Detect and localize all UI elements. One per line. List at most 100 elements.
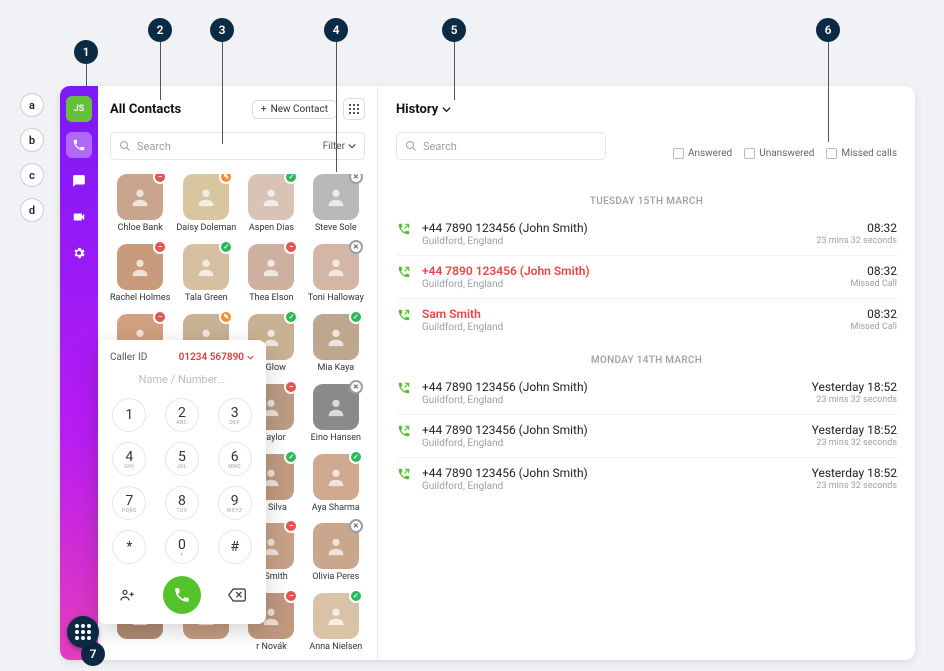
dialer-keypad: 1 2ABC 3DEF 4GHI 5JKL 6MNO 7PQRS 8TUV 9WXYZ * 0+ # xyxy=(110,398,254,564)
keypad-key-5[interactable]: 5JKL xyxy=(165,442,199,476)
call-time: Yesterday 18:52 xyxy=(812,380,897,394)
call-location: Guildford, England xyxy=(422,236,806,247)
callout-2: 2 xyxy=(148,18,172,42)
key-digit: 3 xyxy=(231,405,239,421)
contact-avatar: – xyxy=(117,174,163,220)
key-digit: 1 xyxy=(125,407,133,423)
keypad-key-3[interactable]: 3DEF xyxy=(218,398,252,432)
view-toggle-button[interactable] xyxy=(343,98,365,120)
keypad-key-#[interactable]: # xyxy=(218,530,252,564)
callout-3: 3 xyxy=(210,18,234,42)
contact-tile[interactable]: ✓ Aya Sharma xyxy=(307,454,365,514)
filter-unanswered[interactable]: Unanswered xyxy=(744,148,814,159)
call-direction-icon xyxy=(396,221,412,237)
caller-id-selector[interactable]: 01234 567890 xyxy=(179,352,254,363)
contact-avatar: ✎ xyxy=(183,174,229,220)
contacts-filter-button[interactable]: Filter xyxy=(323,141,356,152)
nav-video[interactable] xyxy=(66,204,92,230)
status-badge: ✕ xyxy=(349,519,363,533)
call-row[interactable]: +44 7890 123456 (John Smith) Guildford, … xyxy=(396,372,897,414)
status-badge: ✓ xyxy=(349,310,363,324)
contact-tile[interactable]: – Chloe Bank xyxy=(110,174,170,234)
status-badge: ✓ xyxy=(284,174,298,184)
keypad-key-*[interactable]: * xyxy=(112,530,146,564)
keypad-key-8[interactable]: 8TUV xyxy=(165,486,199,520)
nav-phone[interactable] xyxy=(66,132,92,158)
keypad-key-4[interactable]: 4GHI xyxy=(112,442,146,476)
contact-tile[interactable]: ✓ Anna Nielsen xyxy=(307,593,365,653)
history-date-header: TUESDAY 15TH MARCH xyxy=(396,196,897,207)
nav-chat[interactable] xyxy=(66,168,92,194)
key-letters: GHI xyxy=(124,464,134,470)
callout-4: 4 xyxy=(324,18,348,42)
keypad-key-9[interactable]: 9WXYZ xyxy=(218,486,252,520)
contact-tile[interactable]: ✕ Olivia Peres xyxy=(307,523,365,583)
nav-settings[interactable] xyxy=(66,240,92,266)
contact-name: Eino Hansen xyxy=(311,434,361,444)
callout-a: a xyxy=(20,93,44,117)
call-location: Guildford, England xyxy=(422,481,802,492)
call-row[interactable]: +44 7890 123456 (John Smith) Guildford, … xyxy=(396,255,897,298)
status-badge: – xyxy=(284,519,298,533)
keypad-key-2[interactable]: 2ABC xyxy=(165,398,199,432)
key-digit: 0 xyxy=(178,537,186,553)
call-row[interactable]: Sam Smith Guildford, England 08:32 Misse… xyxy=(396,298,897,341)
call-row[interactable]: +44 7890 123456 (John Smith) Guildford, … xyxy=(396,414,897,457)
key-digit: 9 xyxy=(231,493,239,509)
call-row[interactable]: +44 7890 123456 (John Smith) Guildford, … xyxy=(396,457,897,500)
contact-tile[interactable]: – Thea Elson xyxy=(242,244,300,304)
contact-tile[interactable]: ✓ Mia Kaya xyxy=(307,314,365,374)
call-duration: 23 mins 32 seconds xyxy=(812,395,897,405)
contact-avatar: ✓ xyxy=(313,593,359,639)
search-icon xyxy=(119,140,131,152)
contact-tile[interactable]: – Rachel Holmes xyxy=(110,244,170,304)
contact-tile[interactable]: ✓ Aspen Dias xyxy=(242,174,300,234)
call-duration: Missed Call xyxy=(850,322,897,332)
call-title: +44 7890 123456 (John Smith) xyxy=(422,380,802,394)
status-badge: ✕ xyxy=(349,174,363,184)
key-digit: # xyxy=(230,539,239,555)
history-search-input[interactable] xyxy=(423,140,597,153)
new-contact-button[interactable]: + New Contact xyxy=(252,100,337,119)
call-duration: 23 mins 32 seconds xyxy=(816,236,897,246)
contact-tile[interactable]: ✕ Eino Hansen xyxy=(307,384,365,444)
dial-call-button[interactable] xyxy=(163,576,201,614)
keypad-key-1[interactable]: 1 xyxy=(112,398,146,432)
contact-name: Tala Green xyxy=(185,294,228,304)
status-badge: ✓ xyxy=(219,240,233,254)
filter-missed-label: Missed calls xyxy=(841,148,897,159)
contact-tile[interactable]: ✓ Tala Green xyxy=(176,244,236,304)
call-row[interactable]: +44 7890 123456 (John Smith) Guildford, … xyxy=(396,213,897,255)
dial-input[interactable]: Name / Number... xyxy=(110,373,254,386)
contacts-search-input[interactable] xyxy=(137,140,317,153)
backspace-button[interactable] xyxy=(224,582,250,608)
call-location: Guildford, England xyxy=(422,438,802,449)
call-duration: 23 mins 32 seconds xyxy=(812,481,897,491)
status-badge: ✓ xyxy=(349,450,363,464)
contact-avatar: ✓ xyxy=(183,244,229,290)
grid-icon xyxy=(349,104,359,114)
contact-tile[interactable]: ✎ Daisy Doleman xyxy=(176,174,236,234)
add-participant-button[interactable] xyxy=(114,582,140,608)
history-title-button[interactable]: History xyxy=(396,102,451,117)
contact-tile[interactable]: ✕ Toni Halloway xyxy=(307,244,365,304)
key-digit: 2 xyxy=(178,405,186,421)
keypad-key-6[interactable]: 6MNO xyxy=(218,442,252,476)
status-badge: – xyxy=(284,380,298,394)
checkbox-icon xyxy=(744,148,755,159)
key-letters: PQRS xyxy=(122,508,137,514)
keypad-key-7[interactable]: 7PQRS xyxy=(112,486,146,520)
dialpad-fab[interactable] xyxy=(67,616,99,648)
filter-answered[interactable]: Answered xyxy=(673,148,732,159)
call-direction-icon xyxy=(396,423,412,439)
keypad-key-0[interactable]: 0+ xyxy=(165,530,199,564)
call-direction-icon xyxy=(396,466,412,482)
status-badge: – xyxy=(153,310,167,324)
key-letters: TUV xyxy=(177,508,188,514)
contact-avatar: – xyxy=(117,244,163,290)
profile-avatar[interactable]: JS xyxy=(66,96,92,122)
contact-tile[interactable]: ✕ Steve Sole xyxy=(307,174,365,234)
history-list: TUESDAY 15TH MARCH +44 7890 123456 (John… xyxy=(396,182,897,500)
filter-missed[interactable]: Missed calls xyxy=(826,148,897,159)
status-badge: ✕ xyxy=(349,240,363,254)
